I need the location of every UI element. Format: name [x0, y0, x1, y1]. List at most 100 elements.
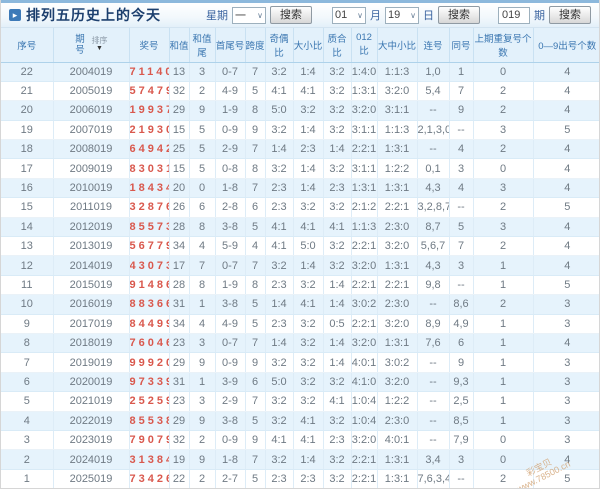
cell-min-max: 1-8: [215, 178, 245, 197]
cell-winning-number: 21930: [129, 120, 169, 139]
sort-down-icon: ▼: [92, 45, 108, 53]
page-title: 排列五历史上的今天: [26, 5, 161, 25]
cell-sum-tail: 4: [189, 314, 215, 333]
cell-prime-composite-ratio: 2:3: [323, 430, 351, 449]
cell-repeat-count: 2: [473, 198, 533, 217]
cell-min-max: 0-7: [215, 256, 245, 275]
cell-same-numbers: 3: [449, 450, 473, 469]
cell-period-number: 2022019: [53, 411, 129, 430]
cell-big-mid-small-ratio: 1:3:1: [377, 469, 417, 488]
cell-big-small-ratio: 3:2: [293, 198, 323, 217]
cell-serial-number: 2: [1, 450, 53, 469]
cell-big-small-ratio: 4:1: [293, 217, 323, 236]
month-select[interactable]: 01 ∨: [332, 7, 366, 24]
cell-span: 5: [245, 81, 265, 100]
cell-sum-tail: 2: [189, 469, 215, 488]
chevron-down-icon: ∨: [410, 11, 416, 20]
lottery-table-body: 222004019711401330-773:21:43:21:4:01:1:3…: [1, 62, 600, 489]
cell-012-ratio: 1:0:4: [351, 392, 377, 411]
table-row: 192007019219301550-993:21:43:23:1:11:1:3…: [1, 120, 600, 139]
cell-sum: 15: [169, 159, 189, 178]
day-select[interactable]: 19 ∨: [385, 7, 419, 24]
cell-prime-composite-ratio: 3:2: [323, 101, 351, 120]
cell-sum-tail: 5: [189, 120, 215, 139]
cell-digit-count: 5: [533, 469, 600, 488]
date-search-button[interactable]: 搜索: [438, 6, 480, 24]
title-arrow-icon: ▸: [9, 9, 21, 21]
cell-repeat-count: 0: [473, 450, 533, 469]
cell-sum-tail: 9: [189, 101, 215, 120]
cell-012-ratio: 2:2:1: [351, 140, 377, 159]
cell-digit-count: 4: [533, 62, 600, 81]
cell-period-number: 2018019: [53, 333, 129, 352]
cell-prime-composite-ratio: 4:1: [323, 217, 351, 236]
cell-digit-count: 4: [533, 101, 600, 120]
week-search-button[interactable]: 搜索: [270, 6, 312, 24]
cell-min-max: 0-9: [215, 353, 245, 372]
cell-digit-count: 4: [533, 217, 600, 236]
cell-period-number: 2006019: [53, 101, 129, 120]
cell-same-numbers: 3: [449, 256, 473, 275]
cell-period-number: 2012019: [53, 217, 129, 236]
cell-prime-composite-ratio: 3:2: [323, 198, 351, 217]
cell-consecutive-numbers: --: [417, 392, 449, 411]
cell-span: 5: [245, 469, 265, 488]
cell-same-numbers: 9: [449, 101, 473, 120]
cell-winning-number: 84499: [129, 314, 169, 333]
issue-input[interactable]: [498, 7, 530, 24]
cell-012-ratio: 3:1:1: [351, 120, 377, 139]
cell-serial-number: 17: [1, 159, 53, 178]
cell-big-small-ratio: 1:4: [293, 256, 323, 275]
cell-big-mid-small-ratio: 4:0:1: [377, 430, 417, 449]
cell-big-mid-small-ratio: 1:2:2: [377, 159, 417, 178]
cell-sum: 29: [169, 411, 189, 430]
issue-search-button[interactable]: 搜索: [549, 6, 591, 24]
cell-sum-tail: 3: [189, 333, 215, 352]
cell-period-number: 2008019: [53, 140, 129, 159]
cell-winning-number: 76046: [129, 333, 169, 352]
cell-period-number: 2024019: [53, 450, 129, 469]
cell-big-mid-small-ratio: 1:3:1: [377, 140, 417, 159]
col-012-ratio: 012比: [351, 28, 377, 62]
cell-span: 8: [245, 159, 265, 178]
cell-same-numbers: 5: [449, 217, 473, 236]
cell-consecutive-numbers: 0,1: [417, 159, 449, 178]
table-row: 142012019855732883-854:14:14:11:1:32:3:0…: [1, 217, 600, 236]
sort-control[interactable]: 排序 ▼: [92, 37, 108, 53]
cell-sum: 22: [169, 469, 189, 488]
cell-repeat-count: 2: [473, 101, 533, 120]
cell-serial-number: 9: [1, 314, 53, 333]
cell-consecutive-numbers: --: [417, 353, 449, 372]
week-select[interactable]: 一 ∨: [232, 7, 266, 24]
cell-sum: 25: [169, 140, 189, 159]
cell-prime-composite-ratio: 4:1: [323, 392, 351, 411]
cell-winning-number: 25259: [129, 392, 169, 411]
cell-sum: 13: [169, 62, 189, 81]
cell-winning-number: 31384: [129, 450, 169, 469]
cell-repeat-count: 1: [473, 392, 533, 411]
cell-sum: 32: [169, 81, 189, 100]
cell-winning-number: 57479: [129, 81, 169, 100]
cell-period-number: 2011019: [53, 198, 129, 217]
cell-period-number: 2005019: [53, 81, 129, 100]
cell-012-ratio: 3:0:2: [351, 295, 377, 314]
cell-serial-number: 15: [1, 198, 53, 217]
cell-odd-even-ratio: 1:4: [265, 295, 293, 314]
cell-same-numbers: 6: [449, 333, 473, 352]
cell-digit-count: 3: [533, 353, 600, 372]
cell-digit-count: 4: [533, 81, 600, 100]
cell-serial-number: 4: [1, 411, 53, 430]
cell-odd-even-ratio: 4:1: [265, 237, 293, 256]
cell-big-mid-small-ratio: 2:2:1: [377, 275, 417, 294]
cell-period-number: 2021019: [53, 392, 129, 411]
table-row: 92017019844993444-952:33:20:52:2:13:2:08…: [1, 314, 600, 333]
cell-span: 7: [245, 62, 265, 81]
col-sum-tail: 和值尾: [189, 28, 215, 62]
cell-consecutive-numbers: 4,3: [417, 178, 449, 197]
cell-big-small-ratio: 4:1: [293, 295, 323, 314]
cell-same-numbers: --: [449, 120, 473, 139]
cell-012-ratio: 4:1:0: [351, 372, 377, 391]
cell-min-max: 2-9: [215, 392, 245, 411]
cell-min-max: 5-9: [215, 237, 245, 256]
cell-serial-number: 3: [1, 430, 53, 449]
